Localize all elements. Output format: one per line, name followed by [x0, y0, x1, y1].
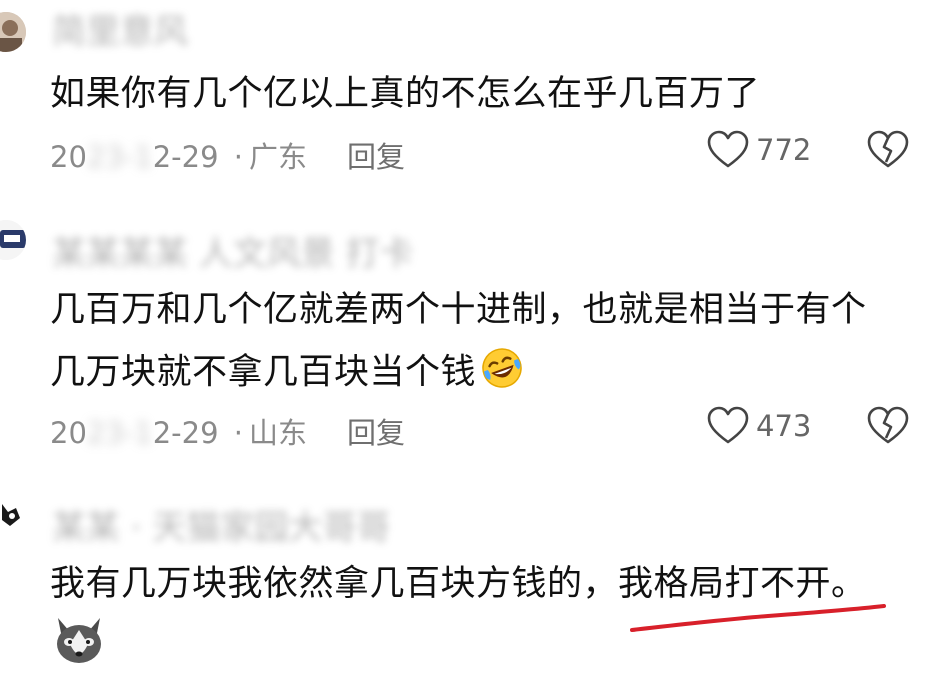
- like-button[interactable]: 473: [706, 406, 811, 446]
- reply-button[interactable]: 回复: [347, 134, 405, 176]
- husky-dog-icon: [57, 618, 101, 663]
- username[interactable]: 某某 · 天猫家园大哥哥: [52, 500, 390, 549]
- comment-text: 几万块就不拿几百块当个钱: [50, 352, 477, 393]
- broken-heart-icon: [867, 406, 909, 444]
- laughing-crying-icon: [482, 348, 522, 388]
- avatar[interactable]: [0, 496, 26, 536]
- heart-icon: [707, 406, 749, 444]
- avatar-image: [0, 12, 26, 52]
- meta-separator: ·: [233, 416, 243, 450]
- location: 山东: [249, 416, 308, 450]
- meta-separator: ·: [233, 140, 243, 174]
- like-count: 772: [756, 133, 812, 167]
- dislike-button[interactable]: [866, 130, 910, 174]
- comment-text-line-1: 几百万和几个亿就差两个十进制，也就是相当于有个: [50, 290, 867, 330]
- date-suffix: 2-29: [152, 416, 219, 450]
- dislike-button[interactable]: [866, 406, 910, 450]
- username[interactable]: 简里意风: [52, 4, 188, 53]
- comment-meta: 2023-12-29 · 广东: [50, 134, 307, 176]
- avatar-image: [0, 220, 26, 260]
- username[interactable]: 某某某某 人文风景 打卡: [52, 226, 414, 275]
- date-hidden: 23-1: [86, 416, 153, 450]
- avatar[interactable]: [0, 220, 26, 260]
- avatar-image: [0, 496, 26, 536]
- husky-dog-emoji: [50, 612, 108, 674]
- comment-text: 如果你有几个亿以上真的不怎么在乎几百万了: [50, 74, 761, 114]
- avatar[interactable]: [0, 12, 26, 52]
- heart-icon: [707, 130, 749, 168]
- comment-text-main: 我有几万块我依然拿几百块方钱的，: [50, 564, 619, 604]
- date-prefix: 20: [50, 140, 87, 174]
- reply-button[interactable]: 回复: [347, 410, 405, 452]
- date-suffix: 2-29: [152, 140, 219, 174]
- like-button[interactable]: 772: [706, 130, 811, 170]
- date-prefix: 20: [50, 416, 87, 450]
- broken-heart-icon: [867, 130, 909, 168]
- like-count: 473: [756, 409, 812, 443]
- location: 广东: [249, 140, 308, 174]
- laughing-crying-emoji: [480, 346, 524, 401]
- red-underline-annotation: [630, 604, 886, 632]
- date-hidden: 23-1: [86, 140, 153, 174]
- comment-meta: 2023-12-29 · 山东: [50, 410, 307, 452]
- comment-text-line-2: 几万块就不拿几百块当个钱: [50, 346, 524, 401]
